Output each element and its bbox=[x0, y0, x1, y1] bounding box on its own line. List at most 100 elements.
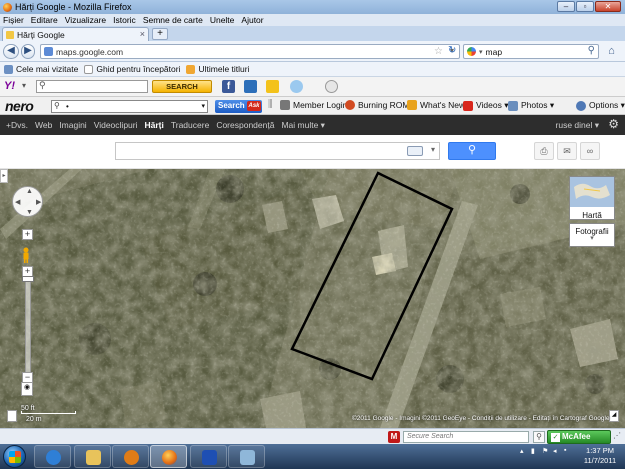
engine-dropdown-icon[interactable]: ▾ bbox=[479, 48, 483, 56]
zoom-in-button[interactable]: + bbox=[22, 229, 33, 240]
tab-close-icon[interactable]: × bbox=[140, 29, 145, 39]
taskbar-picasa[interactable] bbox=[190, 445, 227, 468]
network-icon[interactable]: ▮ bbox=[531, 447, 538, 455]
options-menu[interactable]: Options ▾ bbox=[576, 100, 625, 111]
burning-rom-link[interactable]: Burning ROM bbox=[345, 100, 410, 110]
taskbar-paint[interactable] bbox=[228, 445, 265, 468]
chevron-down-icon[interactable]: ▾ bbox=[431, 145, 435, 154]
gbar-plus-you[interactable]: +Dvs. bbox=[6, 120, 28, 130]
resize-grip-icon[interactable]: ⋰ bbox=[613, 431, 621, 440]
volume-icon[interactable]: ◂ bbox=[553, 447, 560, 455]
new-tab-button[interactable]: + bbox=[152, 28, 168, 40]
gbar-videos[interactable]: Videoclipuri bbox=[94, 120, 138, 130]
weather-icon[interactable] bbox=[290, 80, 303, 93]
settings-gear-icon[interactable] bbox=[325, 80, 338, 93]
url-bar[interactable]: maps.google.com ☆ ▾ bbox=[40, 44, 460, 59]
mcafee-siteadvisor-button[interactable]: ✓ McAfee bbox=[547, 430, 611, 444]
link-button[interactable]: ∞ bbox=[580, 142, 600, 160]
pan-up-icon[interactable]: ▲ bbox=[26, 188, 33, 195]
gbar-maps[interactable]: Hărți bbox=[145, 120, 164, 130]
pan-control[interactable]: ▲ ▼ ◀ ▶ bbox=[12, 186, 43, 217]
yahoo-logo[interactable]: Y! bbox=[4, 80, 15, 92]
pan-right-icon[interactable]: ▶ bbox=[36, 198, 41, 206]
user-account-menu[interactable]: ruse dinel ▾ bbox=[556, 120, 599, 131]
search-icon[interactable]: ⚲ bbox=[588, 45, 595, 56]
keyboard-icon[interactable] bbox=[407, 146, 423, 156]
taskbar-media-player[interactable] bbox=[112, 445, 149, 468]
bookmark-star-icon[interactable]: ☆ bbox=[434, 46, 443, 57]
nero-search-button[interactable]: Search Ask bbox=[215, 100, 262, 113]
battery-icon[interactable]: ▪ bbox=[564, 447, 571, 454]
pegman-icon[interactable] bbox=[21, 247, 31, 264]
member-login-link[interactable]: Member Login bbox=[280, 100, 347, 110]
gear-icon[interactable]: ⚙ bbox=[608, 117, 619, 131]
gbar-more[interactable]: Mai multe ▾ bbox=[281, 120, 324, 131]
menu-edit[interactable]: Editare bbox=[31, 15, 58, 25]
nero-logo[interactable]: nero bbox=[5, 98, 34, 114]
street-view-icon[interactable]: ◉ bbox=[21, 382, 33, 396]
back-button[interactable]: ◀ bbox=[3, 44, 19, 59]
map-type-photo-button[interactable]: Fotografii ▾ bbox=[569, 223, 615, 247]
games-icon[interactable] bbox=[266, 80, 279, 93]
chevron-down-icon[interactable]: ▾ bbox=[570, 235, 614, 242]
yahoo-search-input[interactable]: ⚲ bbox=[36, 80, 148, 93]
pan-left-icon[interactable]: ◀ bbox=[15, 198, 20, 206]
menu-tools[interactable]: Unelte bbox=[210, 15, 235, 25]
menu-help[interactable]: Ajutor bbox=[241, 15, 263, 25]
send-email-button[interactable]: ✉ bbox=[557, 142, 577, 160]
zoom-slider-track[interactable] bbox=[25, 280, 31, 380]
zoom-slider-handle[interactable] bbox=[22, 276, 34, 282]
gbar-images[interactable]: Imagini bbox=[59, 120, 86, 130]
mail-icon[interactable] bbox=[244, 80, 257, 93]
whats-new-link[interactable]: What's New bbox=[407, 100, 465, 110]
taskbar-explorer[interactable] bbox=[74, 445, 111, 468]
menu-bookmarks[interactable]: Semne de carte bbox=[143, 15, 203, 25]
mcafee-shield-icon[interactable]: M bbox=[388, 431, 400, 443]
map-type-map-button[interactable]: Hartă bbox=[569, 176, 615, 220]
site-identity-icon[interactable] bbox=[44, 47, 53, 56]
collapse-panel-button[interactable]: ▸ bbox=[0, 169, 8, 183]
nero-search-value[interactable]: • bbox=[66, 102, 69, 111]
facebook-icon[interactable]: f bbox=[222, 80, 235, 93]
start-button[interactable] bbox=[3, 445, 26, 468]
yahoo-menu-dropdown-icon[interactable]: ▾ bbox=[22, 81, 26, 90]
photos-menu[interactable]: Photos ▾ bbox=[508, 100, 554, 111]
pan-down-icon[interactable]: ▼ bbox=[26, 209, 33, 216]
gbar-mail[interactable]: Corespondență bbox=[216, 120, 274, 130]
chevron-down-icon[interactable]: ▾ bbox=[201, 102, 205, 110]
taskbar-firefox[interactable] bbox=[150, 445, 187, 468]
tray-expand-icon[interactable]: ▴ bbox=[520, 447, 527, 455]
overview-toggle-right[interactable]: ◢ bbox=[609, 410, 619, 422]
videos-menu[interactable]: Videos ▾ bbox=[463, 100, 508, 111]
satellite-map[interactable] bbox=[0, 169, 625, 428]
forward-button[interactable]: ▶ bbox=[21, 44, 35, 59]
secure-search-input[interactable]: Secure Search bbox=[403, 431, 529, 443]
home-icon[interactable]: ⌂ bbox=[604, 44, 619, 59]
browser-search-input[interactable]: map bbox=[486, 47, 503, 57]
bookmark-latest-headlines[interactable]: Ultimele titluri bbox=[186, 64, 249, 74]
url-text[interactable]: maps.google.com bbox=[56, 47, 123, 57]
reload-icon[interactable]: ↻ bbox=[448, 45, 456, 56]
search-icon[interactable]: ⚲ bbox=[533, 431, 545, 443]
maps-search-button[interactable]: ⚲ bbox=[448, 142, 496, 160]
maximize-button[interactable]: ▫ bbox=[576, 1, 594, 12]
menu-file[interactable]: Fișier bbox=[3, 15, 24, 25]
bookmark-getting-started[interactable]: Ghid pentru începători bbox=[84, 64, 180, 74]
bookmark-most-visited[interactable]: Cele mai vizitate bbox=[4, 64, 78, 74]
flag-icon[interactable]: ⚑ bbox=[542, 447, 549, 455]
gbar-translate[interactable]: Traducere bbox=[171, 120, 209, 130]
nero-search-input[interactable]: ⚲ • ▾ bbox=[51, 100, 208, 113]
menu-view[interactable]: Vizualizare bbox=[65, 15, 106, 25]
gbar-web[interactable]: Web bbox=[35, 120, 52, 130]
taskbar-internet-explorer[interactable] bbox=[34, 445, 71, 468]
overview-toggle-left[interactable] bbox=[7, 410, 17, 422]
yahoo-search-button[interactable]: SEARCH bbox=[152, 80, 212, 93]
menu-history[interactable]: Istoric bbox=[113, 15, 136, 25]
google-search-engine-icon[interactable] bbox=[467, 47, 476, 56]
print-button[interactable]: ⎙ bbox=[534, 142, 554, 160]
tab-google-maps[interactable]: Hărți Google × bbox=[2, 27, 149, 41]
maps-search-input[interactable]: ▾ bbox=[115, 142, 440, 160]
minimize-button[interactable]: – bbox=[557, 1, 575, 12]
system-clock[interactable]: 1:37 PM 11/7/2011 bbox=[580, 446, 620, 466]
close-button[interactable]: ✕ bbox=[595, 1, 621, 12]
